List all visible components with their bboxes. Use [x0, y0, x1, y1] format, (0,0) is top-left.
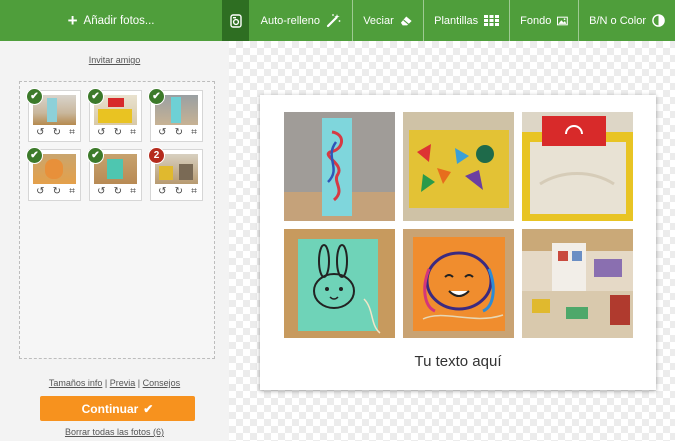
- image-icon: [557, 16, 569, 25]
- collage-photo-image: [403, 229, 514, 338]
- crop-icon[interactable]: ⌗: [130, 127, 136, 138]
- photo-mode-button[interactable]: [222, 0, 250, 41]
- add-photos-label: Añadir fotos...: [83, 14, 155, 27]
- rotate-right-icon[interactable]: ↻: [114, 186, 122, 197]
- photo-thumb-controls: ↺ ↻ ⌗: [154, 186, 201, 197]
- info-links: Tamaños info | Previa | Consejos: [0, 378, 229, 388]
- continue-label: Continuar: [81, 401, 139, 416]
- continue-button[interactable]: Continuar ✔: [40, 396, 195, 421]
- toolbar: + Añadir fotos... Auto-relleno Veciar Pl…: [0, 0, 675, 41]
- auto-fill-label: Auto-relleno: [260, 14, 320, 27]
- checkmark-icon: ✔: [143, 401, 154, 416]
- photo-tray[interactable]: ↺ ↻ ⌗ ✔ ↺ ↻ ⌗ ✔ ↺ ↻ ⌗ ✔ ↺ ↻ ⌗ ✔ ↺ ↻ ⌗ ✔ …: [19, 81, 215, 359]
- templates-label: Plantillas: [434, 14, 479, 27]
- checkmark-icon: ✔: [87, 88, 104, 105]
- usage-count-badge: 2: [148, 147, 165, 164]
- bw-color-button[interactable]: B/N o Color: [579, 0, 675, 41]
- collage-photo-image: [522, 229, 633, 338]
- plus-icon: +: [67, 11, 78, 30]
- background-label: Fondo: [520, 14, 552, 27]
- checkmark-icon: ✔: [26, 88, 43, 105]
- collage-photo-1[interactable]: [284, 112, 395, 221]
- photo-thumb-controls: ↺ ↻ ⌗: [154, 127, 201, 138]
- crop-icon[interactable]: ⌗: [69, 127, 75, 138]
- collage-photo-5[interactable]: [403, 229, 514, 338]
- link-separator: |: [104, 378, 108, 388]
- sidebar: Invitar amigo ↺ ↻ ⌗ ✔ ↺ ↻ ⌗ ✔ ↺ ↻ ⌗ ✔ ↺ …: [0, 41, 229, 441]
- contrast-icon: [652, 14, 665, 27]
- delete-all-photos-link[interactable]: Borrar todas las fotos (6): [0, 427, 229, 437]
- collage-photo-2[interactable]: [403, 112, 514, 221]
- collage-photo-image: [522, 112, 633, 221]
- photo-thumb-controls: ↺ ↻ ⌗: [32, 127, 79, 138]
- grid-icon: [484, 15, 500, 26]
- photo-book-editor: + Añadir fotos... Auto-relleno Veciar Pl…: [0, 0, 675, 441]
- tips-link[interactable]: Consejos: [143, 378, 181, 388]
- magic-wand-icon: [326, 14, 341, 28]
- photo-thumb-4[interactable]: ↺ ↻ ⌗ ✔: [26, 147, 81, 201]
- crop-icon[interactable]: ⌗: [191, 186, 197, 197]
- rotate-left-icon[interactable]: ↺: [97, 127, 105, 138]
- checkmark-icon: ✔: [87, 147, 104, 164]
- invite-friend-link[interactable]: Invitar amigo: [0, 55, 229, 65]
- collage-photo-image: [403, 112, 514, 221]
- rotate-right-icon[interactable]: ↻: [175, 186, 183, 197]
- photo-thumb-2[interactable]: ↺ ↻ ⌗ ✔: [87, 88, 142, 142]
- checkmark-icon: ✔: [26, 147, 43, 164]
- rotate-right-icon[interactable]: ↻: [53, 127, 61, 138]
- sizes-info-link[interactable]: Tamaños info: [49, 378, 103, 388]
- templates-button[interactable]: Plantillas: [424, 0, 509, 41]
- crop-icon[interactable]: ⌗: [191, 127, 197, 138]
- rotate-left-icon[interactable]: ↺: [97, 186, 105, 197]
- background-button[interactable]: Fondo: [510, 0, 578, 41]
- collage-page: Tu texto aquí: [260, 95, 656, 390]
- collage-photo-6[interactable]: [522, 229, 633, 338]
- photo-thumb-controls: ↺ ↻ ⌗: [32, 186, 79, 197]
- collage-photo-image: [284, 229, 395, 338]
- photo-thumb-5[interactable]: ↺ ↻ ⌗ ✔: [87, 147, 142, 201]
- photo-thumb-controls: ↺ ↻ ⌗: [93, 186, 140, 197]
- collage-photo-4[interactable]: [284, 229, 395, 338]
- rotate-left-icon[interactable]: ↺: [36, 127, 44, 138]
- preview-link[interactable]: Previa: [110, 378, 136, 388]
- add-photos-button[interactable]: + Añadir fotos...: [0, 0, 222, 41]
- checkmark-icon: ✔: [148, 88, 165, 105]
- clear-label: Veciar: [363, 14, 394, 27]
- photo-icon: [230, 13, 242, 28]
- rotate-right-icon[interactable]: ↻: [53, 186, 61, 197]
- photo-thumb-6[interactable]: ↺ ↻ ⌗ 2: [148, 147, 203, 201]
- collage-photo-3[interactable]: [522, 112, 633, 221]
- link-separator: |: [137, 378, 141, 388]
- rotate-left-icon[interactable]: ↺: [36, 186, 44, 197]
- clear-button[interactable]: Veciar: [353, 0, 423, 41]
- editor-canvas: Tu texto aquí: [229, 41, 675, 441]
- collage-photo-image: [284, 112, 395, 221]
- rotate-right-icon[interactable]: ↻: [114, 127, 122, 138]
- photo-thumb-1[interactable]: ↺ ↻ ⌗ ✔: [26, 88, 81, 142]
- auto-fill-button[interactable]: Auto-relleno: [249, 0, 352, 41]
- crop-icon[interactable]: ⌗: [69, 186, 75, 197]
- rotate-left-icon[interactable]: ↺: [158, 186, 166, 197]
- crop-icon[interactable]: ⌗: [130, 186, 136, 197]
- photo-thumb-controls: ↺ ↻ ⌗: [93, 127, 140, 138]
- photo-thumb-3[interactable]: ↺ ↻ ⌗ ✔: [148, 88, 203, 142]
- bw-color-label: B/N o Color: [589, 14, 646, 27]
- rotate-right-icon[interactable]: ↻: [175, 127, 183, 138]
- collage-caption[interactable]: Tu texto aquí: [260, 353, 656, 370]
- eraser-icon: [400, 16, 412, 26]
- rotate-left-icon[interactable]: ↺: [158, 127, 166, 138]
